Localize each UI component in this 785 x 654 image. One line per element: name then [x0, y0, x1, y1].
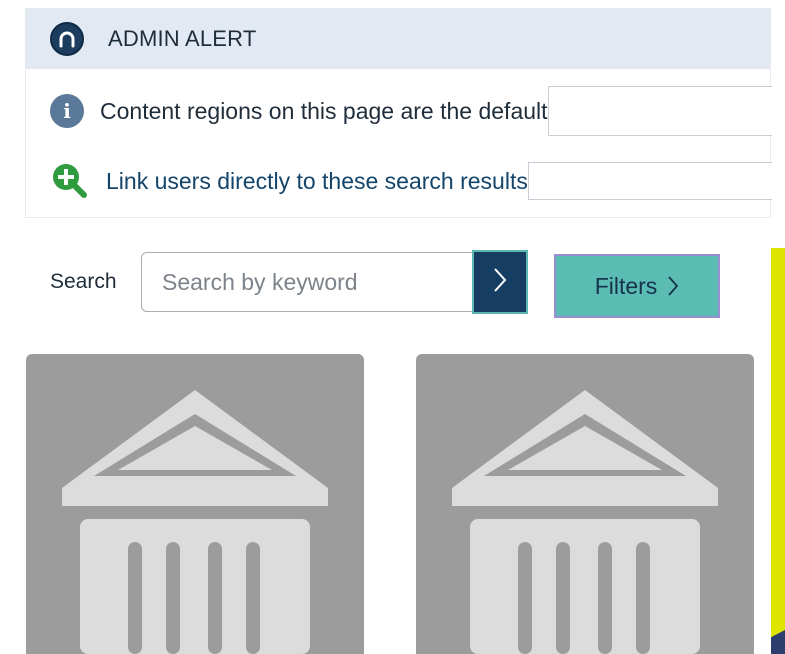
site-logo-icon [50, 22, 84, 56]
notice-link-results: Link users directly to these search resu… [26, 155, 772, 207]
chevron-right-icon [667, 275, 679, 297]
filters-label: Filters [594, 272, 658, 299]
search-input[interactable] [141, 252, 473, 312]
search-submit-button[interactable] [472, 250, 528, 314]
institution-building-icon [62, 390, 328, 654]
admin-alert-header: ADMIN ALERT [26, 9, 770, 69]
filters-button[interactable]: Filters [554, 254, 720, 318]
search-label: Search [50, 270, 117, 293]
notice-default-regions: i Content regions on this page are the d… [26, 85, 772, 137]
decorative-yellow-strip [771, 248, 785, 654]
link-search-results[interactable]: Link users directly to these search resu… [106, 168, 528, 195]
chevron-right-icon [492, 267, 508, 298]
admin-alert-panel: ADMIN ALERT i Content regions on this pa… [25, 8, 772, 218]
link-url-box [527, 162, 772, 200]
result-card[interactable] [26, 354, 364, 654]
info-icon: i [50, 94, 84, 128]
admin-alert-title: ADMIN ALERT [108, 26, 257, 51]
notice-text: Content regions on this page are the def… [100, 97, 548, 124]
notice-detail-box [547, 86, 772, 136]
zoom-in-icon [50, 161, 90, 201]
result-card[interactable] [416, 354, 754, 654]
institution-building-icon [452, 390, 718, 654]
